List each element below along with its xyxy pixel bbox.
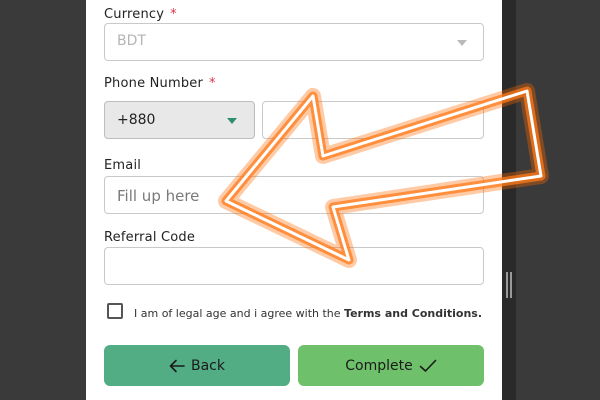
currency-label-text: Currency <box>104 7 165 22</box>
required-mark: * <box>170 7 177 22</box>
terms-checkbox[interactable] <box>107 303 123 319</box>
chevron-down-icon <box>227 118 237 124</box>
referral-label-text: Referral Code <box>104 230 196 245</box>
currency-select[interactable]: BDT <box>104 23 484 61</box>
email-placeholder: Fill up here <box>117 187 200 205</box>
country-code-value: +880 <box>117 112 156 128</box>
email-label: Email <box>104 158 141 173</box>
side-scrollbar[interactable] <box>502 0 516 400</box>
drag-handle-icon[interactable] <box>506 272 512 298</box>
referral-code-input[interactable] <box>104 247 484 285</box>
complete-button[interactable]: Complete <box>298 345 484 386</box>
checkmark-icon <box>419 359 437 372</box>
required-mark: * <box>209 76 216 91</box>
email-label-text: Email <box>104 158 142 173</box>
back-button-label: Back <box>191 357 225 374</box>
referral-label: Referral Code <box>104 230 195 245</box>
terms-link[interactable]: Terms and Conditions. <box>344 307 482 320</box>
currency-value: BDT <box>117 33 146 49</box>
terms-text-label: I am of legal age and i agree with the <box>134 307 341 320</box>
terms-text: I am of legal age and i agree with the T… <box>134 307 482 320</box>
phone-number-input[interactable] <box>262 101 484 139</box>
country-code-select[interactable]: +880 <box>104 101 255 139</box>
arrow-left-icon <box>169 359 185 372</box>
chevron-down-icon <box>457 40 467 46</box>
currency-label: Currency * <box>104 7 177 22</box>
phone-label: Phone Number * <box>104 76 216 91</box>
phone-label-text: Phone Number <box>104 76 204 91</box>
complete-button-label: Complete <box>345 357 413 374</box>
email-input[interactable]: Fill up here <box>104 176 484 214</box>
back-button[interactable]: Back <box>104 345 290 386</box>
